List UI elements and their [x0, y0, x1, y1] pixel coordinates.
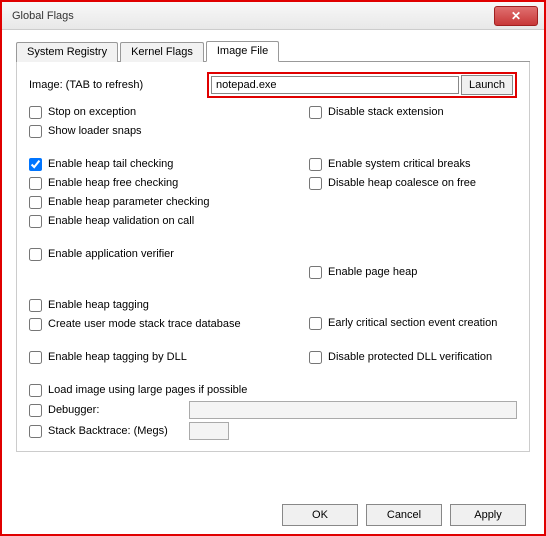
chk-page-heap[interactable]: Enable page heap: [309, 264, 517, 280]
chk-app-verifier-box[interactable]: [29, 248, 42, 261]
chk-heap-param-box[interactable]: [29, 196, 42, 209]
ok-button[interactable]: OK: [282, 504, 358, 526]
chk-heap-valid[interactable]: Enable heap validation on call: [29, 213, 309, 229]
chk-heap-coalesce[interactable]: Disable heap coalesce on free: [309, 175, 517, 191]
chk-heap-param[interactable]: Enable heap parameter checking: [29, 194, 309, 210]
stack-backtrace-input[interactable]: [189, 422, 229, 440]
chk-sys-crit-box[interactable]: [309, 158, 322, 171]
footer-buttons: OK Cancel Apply: [2, 504, 544, 526]
chk-stack-backtrace[interactable]: Stack Backtrace: (Megs): [29, 423, 168, 439]
titlebar: Global Flags ✕: [2, 2, 544, 30]
chk-stop-on-exception-box[interactable]: [29, 106, 42, 119]
image-highlight: Launch: [207, 72, 517, 98]
chk-heap-valid-box[interactable]: [29, 215, 42, 228]
chk-large-pages-box[interactable]: [29, 384, 42, 397]
chk-show-loader-snaps-box[interactable]: [29, 125, 42, 138]
chk-early-crit[interactable]: Early critical section event creation: [309, 315, 517, 331]
launch-button[interactable]: Launch: [461, 75, 513, 95]
chk-disable-stack-extension[interactable]: Disable stack extension: [309, 104, 517, 120]
image-row: Image: (TAB to refresh) Launch: [29, 72, 517, 98]
chk-disable-prot-dll-box[interactable]: [309, 351, 322, 364]
cancel-button[interactable]: Cancel: [366, 504, 442, 526]
chk-heap-tag-dll[interactable]: Enable heap tagging by DLL: [29, 349, 309, 365]
tab-system-registry[interactable]: System Registry: [16, 42, 118, 62]
close-button[interactable]: ✕: [494, 6, 538, 26]
chk-heap-tail-box[interactable]: [29, 158, 42, 171]
chk-early-crit-box[interactable]: [309, 317, 322, 330]
chk-heap-tagging-box[interactable]: [29, 299, 42, 312]
tab-strip: System Registry Kernel Flags Image File: [16, 40, 530, 62]
debugger-row: Debugger:: [29, 401, 517, 419]
debugger-input[interactable]: [189, 401, 517, 419]
content-area: System Registry Kernel Flags Image File …: [2, 30, 544, 462]
chk-heap-free[interactable]: Enable heap free checking: [29, 175, 309, 191]
image-input[interactable]: [211, 76, 459, 94]
chk-large-pages[interactable]: Load image using large pages if possible: [29, 382, 517, 398]
image-label: Image: (TAB to refresh): [29, 79, 207, 91]
tab-kernel-flags[interactable]: Kernel Flags: [120, 42, 204, 62]
chk-sys-crit[interactable]: Enable system critical breaks: [309, 156, 517, 172]
chk-umst[interactable]: Create user mode stack trace database: [29, 316, 309, 332]
tab-panel: Image: (TAB to refresh) Launch Stop on e…: [16, 62, 530, 452]
chk-heap-tagging[interactable]: Enable heap tagging: [29, 297, 309, 313]
chk-heap-tag-dll-box[interactable]: [29, 351, 42, 364]
close-icon: ✕: [511, 9, 521, 23]
window-title: Global Flags: [12, 10, 494, 22]
chk-app-verifier[interactable]: Enable application verifier: [29, 246, 309, 262]
chk-disable-stack-extension-box[interactable]: [309, 106, 322, 119]
chk-heap-coalesce-box[interactable]: [309, 177, 322, 190]
chk-stop-on-exception[interactable]: Stop on exception: [29, 104, 309, 120]
chk-heap-free-box[interactable]: [29, 177, 42, 190]
chk-debugger-box[interactable]: [29, 404, 42, 417]
apply-button[interactable]: Apply: [450, 504, 526, 526]
chk-stack-backtrace-box[interactable]: [29, 425, 42, 438]
tab-image-file[interactable]: Image File: [206, 41, 279, 62]
chk-disable-prot-dll[interactable]: Disable protected DLL verification: [309, 349, 517, 365]
chk-heap-tail[interactable]: Enable heap tail checking: [29, 156, 309, 172]
stack-backtrace-row: Stack Backtrace: (Megs): [29, 422, 517, 440]
chk-debugger[interactable]: Debugger:: [29, 402, 99, 418]
chk-show-loader-snaps[interactable]: Show loader snaps: [29, 123, 309, 139]
chk-umst-box[interactable]: [29, 318, 42, 331]
chk-page-heap-box[interactable]: [309, 266, 322, 279]
